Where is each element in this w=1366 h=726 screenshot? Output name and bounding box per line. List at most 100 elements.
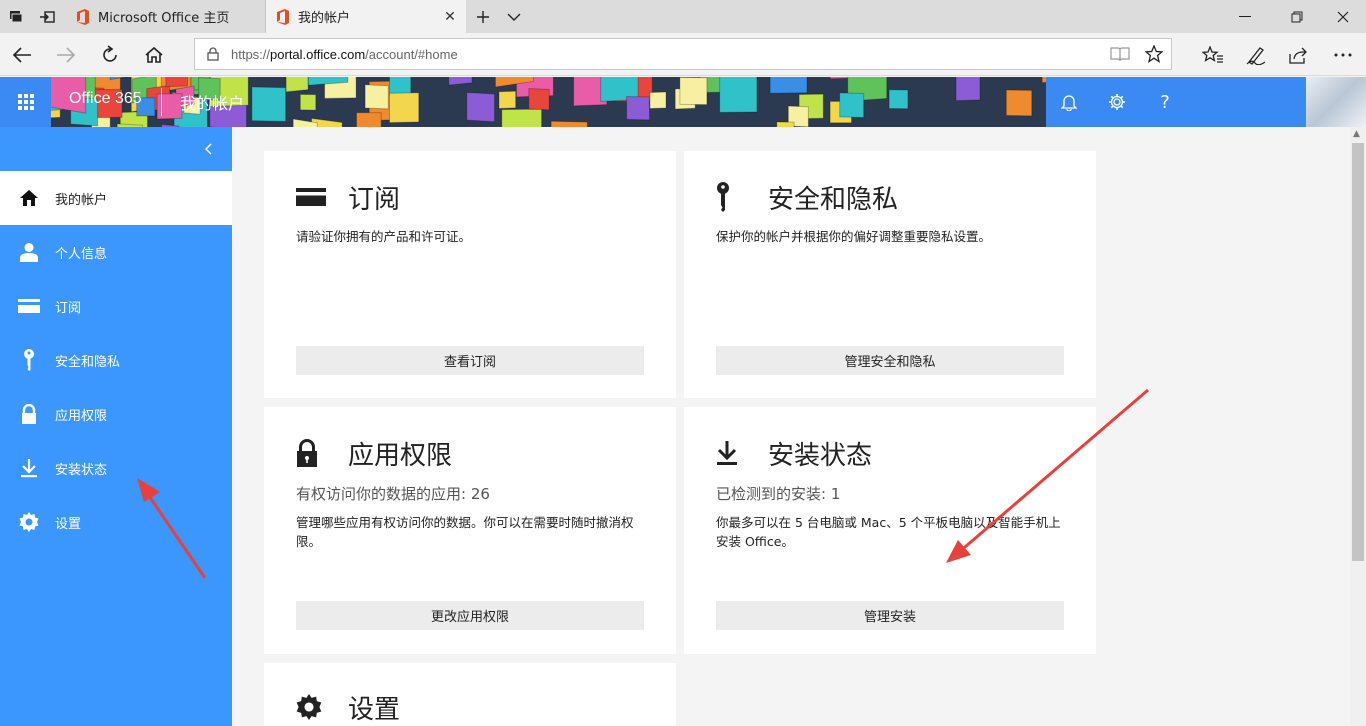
download-icon [716, 438, 746, 468]
restore-icon[interactable] [1282, 6, 1312, 28]
card-settings: 设置 [264, 663, 676, 726]
page-scrollbar[interactable]: ▲ [1350, 127, 1366, 726]
minimize-icon[interactable] [1230, 6, 1260, 28]
banner-cube [626, 95, 650, 121]
banner-cube [528, 88, 550, 111]
settings-gear-icon[interactable] [1094, 77, 1140, 127]
manage-installs-button[interactable]: 管理安装 [716, 601, 1064, 630]
banner-cube [498, 90, 517, 109]
favorites-hub-icon[interactable] [1198, 42, 1228, 68]
banner-cube [839, 92, 865, 118]
header-divider [161, 88, 162, 116]
nav-item-label: 应用权限 [55, 408, 108, 424]
tab-my-account[interactable]: 我的帐户 ✕ [266, 0, 466, 33]
refresh-icon[interactable] [96, 42, 124, 68]
banner-cube [466, 91, 495, 123]
nav-item-my-account[interactable]: 我的帐户 [0, 171, 232, 225]
home-icon[interactable] [140, 42, 168, 68]
banner-cube [251, 86, 287, 122]
nav-item-settings[interactable]: 设置 [0, 495, 232, 549]
card-title: 设置 [296, 689, 400, 725]
card-title: 安全和隐私 [716, 179, 898, 215]
office-header: Office 365 我的帐户 ? [0, 77, 1366, 127]
app-launcher-waffle-icon[interactable] [0, 77, 51, 127]
reading-view-icon[interactable] [1103, 46, 1137, 62]
key-icon [0, 349, 55, 371]
favorite-star-icon[interactable] [1137, 45, 1171, 63]
close-tab-icon[interactable]: ✕ [440, 9, 460, 25]
card-description: 请验证你拥有的产品和许可证。 [296, 229, 472, 244]
card-description: 你最多可以在 5 台电脑或 Mac、5 个平板电脑以及智能手机上安装 Offic… [716, 515, 1061, 549]
person-icon [0, 242, 55, 262]
tab-restore-icon[interactable] [36, 7, 58, 27]
banner-cube [955, 77, 981, 102]
office-logo-icon [277, 8, 289, 25]
nav-item-install-status[interactable]: 安装状态 [0, 441, 232, 495]
address-bar[interactable]: https://portal.office.com/account/#home [194, 38, 1172, 70]
banner-cube [649, 91, 667, 110]
nav-item-personal-info[interactable]: 个人信息 [0, 225, 232, 279]
banner-cube [356, 112, 382, 127]
back-icon[interactable] [8, 42, 36, 68]
lock-icon [296, 438, 326, 468]
brand-label[interactable]: Office 365 [69, 90, 142, 108]
banner-cube [389, 92, 420, 124]
user-avatar[interactable] [1306, 77, 1366, 127]
lock-icon[interactable] [195, 47, 231, 61]
nav-item-label: 个人信息 [55, 246, 108, 262]
nav-item-app-permissions[interactable]: 应用权限 [0, 387, 232, 441]
card-icon [296, 182, 326, 212]
card-title-text: 设置 [348, 694, 401, 725]
card-title: 安装状态 [716, 435, 872, 471]
card-icon [0, 299, 55, 313]
office-logo-icon [77, 8, 89, 25]
banner-cube [299, 93, 317, 111]
nav-item-subscriptions[interactable]: 订阅 [0, 279, 232, 333]
banner-cube [769, 77, 808, 94]
notification-bell-icon[interactable] [1046, 77, 1092, 127]
card-subscriptions: 订阅 请验证你拥有的产品和许可证。 查看订阅 [264, 151, 676, 398]
gear-icon [296, 692, 326, 722]
nav-item-security-privacy[interactable]: 安全和隐私 [0, 333, 232, 387]
nav-item-label: 订阅 [55, 300, 82, 316]
notes-pen-icon[interactable] [1241, 42, 1271, 68]
nav-item-label: 安全和隐私 [55, 354, 121, 370]
tab-set-aside-icon[interactable] [6, 7, 26, 27]
card-title-text: 订阅 [348, 184, 401, 215]
tab-office-home[interactable]: Microsoft Office 主页 [66, 0, 266, 33]
scroll-thumb[interactable] [1352, 143, 1364, 561]
banner-cube [165, 77, 189, 88]
nav-item-label: 安装状态 [55, 462, 108, 478]
url-host: portal.office.com [270, 46, 366, 62]
forward-icon[interactable] [52, 42, 80, 68]
header-blank-area [1190, 77, 1306, 127]
download-icon [0, 458, 55, 478]
url-text[interactable]: https://portal.office.com/account/#home [231, 47, 1103, 62]
card-title-text: 安装状态 [768, 440, 873, 471]
card-description: 管理哪些应用有权访问你的数据。你可以在需要时随时撤消权限。 [296, 515, 634, 549]
card-stat: 已检测到的安装: 1 [716, 485, 841, 503]
change-app-permissions-button[interactable]: 更改应用权限 [296, 601, 644, 630]
view-subscriptions-button[interactable]: 查看订阅 [296, 346, 644, 375]
close-window-icon[interactable] [1328, 6, 1358, 28]
scroll-up-arrow-icon[interactable]: ▲ [1353, 129, 1360, 139]
card-title: 订阅 [296, 179, 400, 215]
share-icon[interactable] [1284, 42, 1314, 68]
card-install-status: 安装状态 已检测到的安装: 1 你最多可以在 5 台电脑或 Mac、5 个平板电… [684, 407, 1096, 654]
gear-icon [0, 512, 55, 532]
key-icon [716, 182, 746, 212]
url-scheme: https:// [231, 46, 271, 62]
nav-item-label: 我的帐户 [55, 192, 108, 208]
more-icon[interactable] [1328, 42, 1358, 68]
help-question-icon[interactable]: ? [1140, 77, 1190, 127]
banner-cube [285, 77, 309, 93]
manage-security-button[interactable]: 管理安全和隐私 [716, 346, 1064, 375]
left-nav: 我的帐户 个人信息 订阅 安全和隐私 应用权限 安装状态 设置 [0, 127, 232, 726]
banner-cube [1005, 89, 1033, 117]
home-icon [0, 189, 55, 207]
new-tab-icon[interactable] [472, 6, 494, 28]
card-title: 应用权限 [296, 435, 452, 471]
tab-list-icon[interactable] [503, 6, 525, 28]
main-content: 订阅 请验证你拥有的产品和许可证。 查看订阅 安全和隐私 保护你的帐户并根据你的… [232, 127, 1350, 726]
collapse-nav-chevron-icon[interactable] [198, 139, 218, 159]
